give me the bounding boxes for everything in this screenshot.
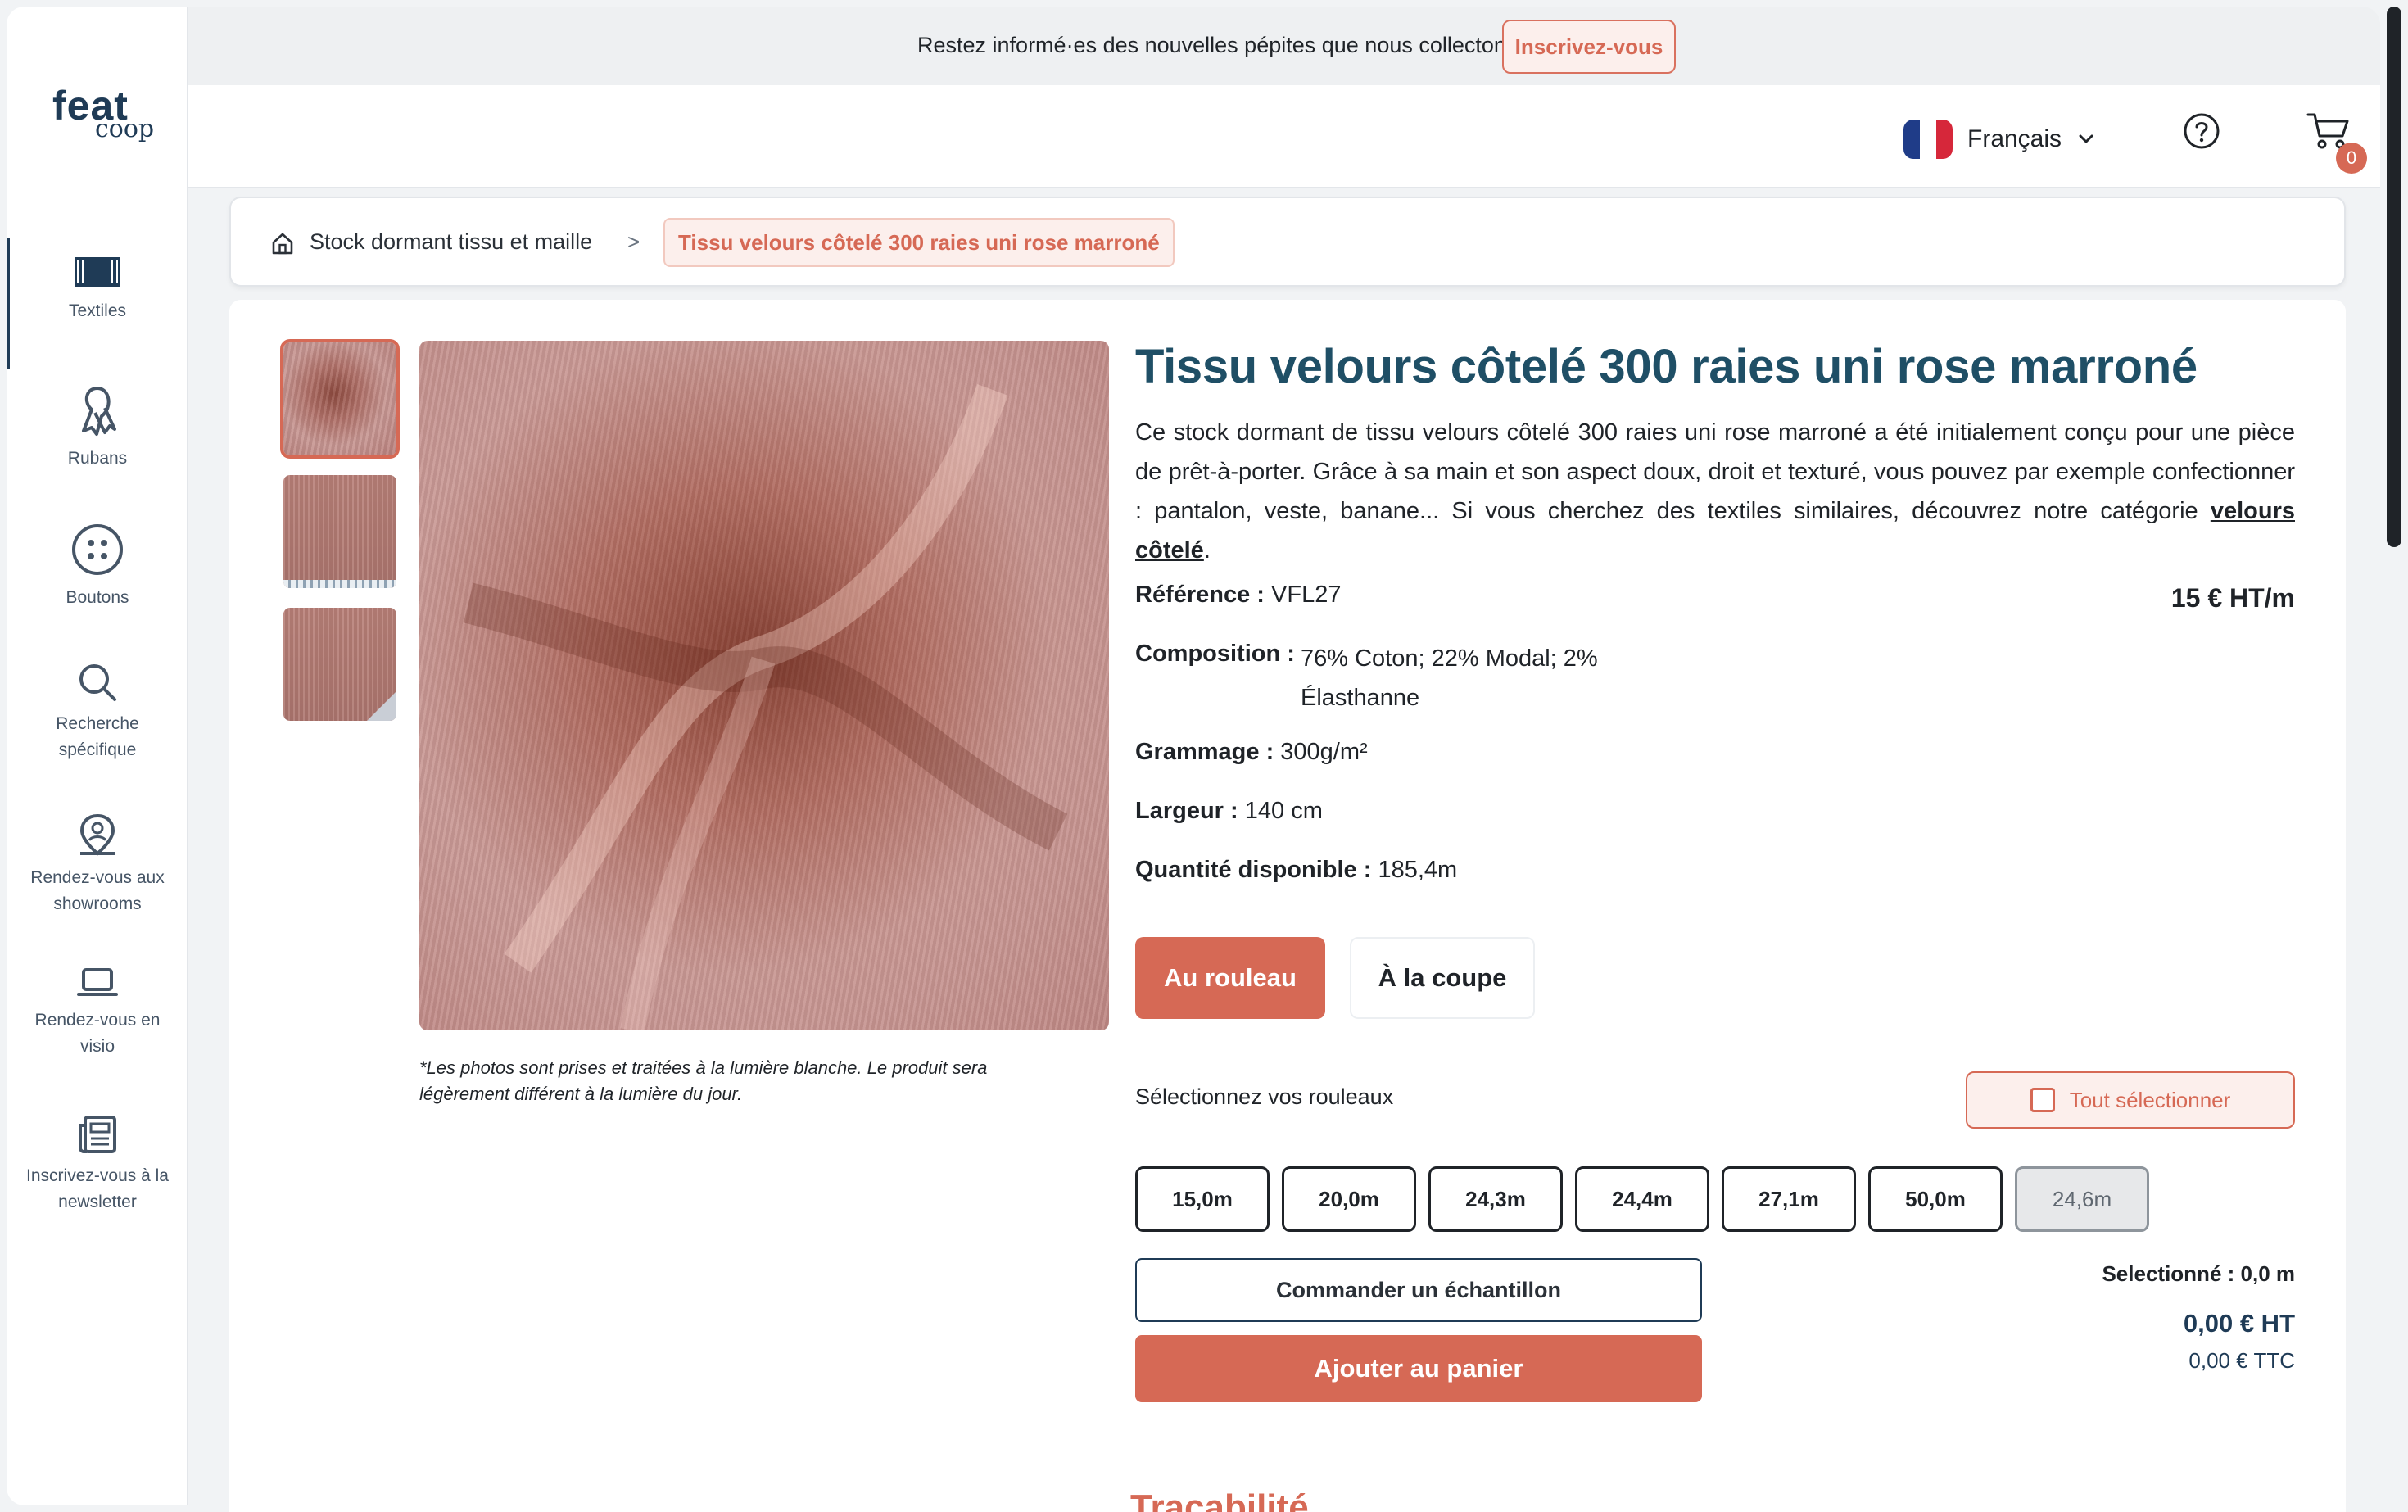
- home-icon: [272, 233, 293, 255]
- button-icon: [72, 524, 123, 575]
- description-end: .: [1203, 537, 1211, 564]
- sidebar-item-newsletter[interactable]: Inscrivez-vous à la newsletter: [7, 1114, 188, 1215]
- top-header: Français: [188, 85, 2380, 188]
- language-selector[interactable]: Français: [1903, 118, 2096, 161]
- sidebar-item-visio[interactable]: Rendez-vous en visio: [7, 967, 188, 1060]
- language-label: Français: [1967, 125, 2062, 152]
- roll-option-1[interactable]: 15,0m: [1135, 1166, 1270, 1232]
- traceability-heading-text: Traçabilité: [1130, 1491, 1309, 1512]
- france-flag-icon: [1903, 120, 1953, 159]
- location-person-icon: [79, 813, 115, 856]
- roll-option-2[interactable]: 20,0m: [1282, 1166, 1416, 1232]
- spec-reference: Référence : VFL27: [1135, 582, 1341, 609]
- sidebar-item-label: Textiles: [68, 301, 127, 320]
- spec-label: Grammage :: [1135, 739, 1274, 765]
- select-all-button[interactable]: Tout sélectionner: [1966, 1071, 2295, 1129]
- spec-quantite: Quantité disponible : 185,4m: [1135, 857, 1457, 884]
- total-ht: 0,00 € HT: [2183, 1309, 2295, 1338]
- selected-length: Selectionné : 0,0 m: [2102, 1261, 2295, 1286]
- roll-option-3[interactable]: 24,3m: [1428, 1166, 1563, 1232]
- product-main-image[interactable]: [419, 341, 1109, 1030]
- feat-coop-logo[interactable]: feat coop: [52, 82, 167, 147]
- spec-label: Composition :: [1135, 641, 1295, 667]
- add-to-cart-button[interactable]: Ajouter au panier: [1135, 1335, 1702, 1402]
- total-ttc: 0,00 € TTC: [2188, 1348, 2295, 1373]
- newsletter-banner: Restez informé·es des nouvelles pépites …: [188, 7, 2380, 85]
- sidebar-item-recherche[interactable]: Recherche spécifique: [7, 662, 188, 763]
- sidebar-item-textiles[interactable]: Textiles: [7, 254, 188, 324]
- logo-text-coop: coop: [95, 115, 155, 143]
- banner-subscribe-button[interactable]: Inscrivez-vous: [1502, 20, 1676, 74]
- spec-grammage: Grammage : 300g/m²: [1135, 739, 1368, 766]
- search-icon: [79, 664, 116, 701]
- sidebar-item-label: Rendez-vous aux showrooms: [30, 868, 165, 913]
- page-scrollbar[interactable]: [2387, 7, 2401, 547]
- chevron-down-icon: [2079, 134, 2093, 143]
- sidebar-item-boutons[interactable]: Boutons: [7, 523, 188, 611]
- spec-label: Référence :: [1135, 582, 1265, 608]
- roll-option-6[interactable]: 50,0m: [1868, 1166, 2003, 1232]
- spec-largeur: Largeur : 140 cm: [1135, 798, 1323, 825]
- mode-cut-button[interactable]: À la coupe: [1350, 937, 1535, 1019]
- textile-roll-icon: [75, 257, 120, 287]
- spec-value: 140 cm: [1244, 798, 1323, 824]
- sidebar-item-label: Inscrivez-vous à la newsletter: [26, 1166, 169, 1211]
- order-sample-button[interactable]: Commander un échantillon: [1135, 1258, 1702, 1322]
- banner-text: Restez informé·es des nouvelles pépites …: [917, 33, 1530, 57]
- spec-label: Largeur :: [1135, 798, 1238, 824]
- product-price: 15 € HT/m: [2170, 583, 2295, 613]
- checkbox-icon: [2030, 1088, 2055, 1112]
- roll-option-7-unavailable: 24,6m: [2015, 1166, 2149, 1232]
- product-thumbnail-1[interactable]: [280, 339, 400, 459]
- roll-option-5[interactable]: 27,1m: [1722, 1166, 1856, 1232]
- sidebar-item-rubans[interactable]: Rubans: [7, 383, 188, 472]
- description-text: Ce stock dormant de tissu velours côtelé…: [1135, 419, 2295, 524]
- spec-composition: Composition :: [1135, 641, 1295, 668]
- product-description: Ce stock dormant de tissu velours côtelé…: [1135, 413, 2295, 570]
- mode-roll-button[interactable]: Au rouleau: [1135, 937, 1325, 1019]
- spec-label: Quantité disponible :: [1135, 857, 1372, 883]
- product-thumbnail-3[interactable]: [283, 608, 396, 721]
- fabric-fold-shading: [419, 341, 1109, 1030]
- ribbon-icon: [82, 387, 116, 436]
- laptop-icon: [77, 968, 118, 996]
- cart-count-badge: 0: [2336, 143, 2367, 174]
- breadcrumb-separator: >: [627, 229, 640, 254]
- sidebar: feat coop Textiles Rubans Boutons Recher…: [7, 7, 188, 1505]
- product-title: Tissu velours côtelé 300 raies uni rose …: [1135, 340, 2198, 393]
- roll-option-4[interactable]: 24,4m: [1575, 1166, 1709, 1232]
- traceability-heading: Traçabilité: [1130, 1491, 1310, 1512]
- select-all-label: Tout sélectionner: [2069, 1087, 2231, 1112]
- photo-disclaimer: *Les photos sont prises et traitées à la…: [419, 1057, 988, 1104]
- sidebar-item-label: Rubans: [67, 449, 128, 468]
- sidebar-item-showrooms[interactable]: Rendez-vous aux showrooms: [7, 813, 188, 917]
- sidebar-item-label: Recherche spécifique: [56, 714, 139, 759]
- breadcrumb: Stock dormant tissu et maille > Tissu ve…: [229, 197, 2346, 287]
- spec-value: 300g/m²: [1280, 739, 1368, 765]
- spec-composition-value: 76% Coton; 22% Modal; 2% Élasthanne: [1301, 645, 1598, 711]
- select-rolls-label: Sélectionnez vos rouleaux: [1135, 1084, 1394, 1109]
- sidebar-item-label: Boutons: [66, 588, 129, 607]
- newspaper-icon: [79, 1116, 116, 1153]
- spec-value: VFL27: [1271, 582, 1342, 608]
- spec-value: 185,4m: [1378, 857, 1458, 883]
- breadcrumb-home-link[interactable]: Stock dormant tissu et maille: [310, 229, 592, 255]
- breadcrumb-current: Tissu velours côtelé 300 raies uni rose …: [663, 218, 1175, 267]
- product-thumbnail-2[interactable]: [283, 475, 396, 588]
- sidebar-item-label: Rendez-vous en visio: [34, 1011, 161, 1056]
- help-circle-icon[interactable]: [2182, 111, 2221, 151]
